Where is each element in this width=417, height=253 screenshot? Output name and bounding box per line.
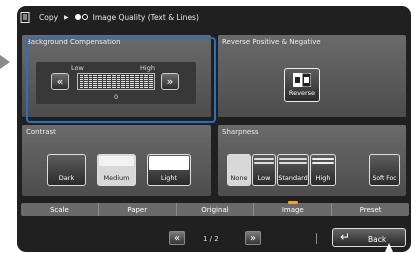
sharpness-soft-focus-button[interactable]: Soft Foc <box>369 154 400 186</box>
callout-pointer <box>0 55 10 69</box>
next-page-button[interactable]: » <box>245 231 261 245</box>
contrast-light-label: Light <box>160 174 178 182</box>
return-arrow-icon: ↵ <box>340 230 351 244</box>
settings-tab-bar: Scale Paper Original Image Preset <box>21 201 409 216</box>
sharpness-none-button[interactable]: None <box>227 154 251 186</box>
contrast-light-button[interactable]: Light <box>147 154 191 186</box>
reverse-button-label: Reverse <box>288 89 316 97</box>
sharpness-panel: Sharpness None Low Standard High Soft Fo… <box>218 125 406 196</box>
double-chevron-right-icon: » <box>249 232 257 244</box>
contrast-title: Contrast <box>26 128 56 136</box>
sharpness-low-button[interactable]: Low <box>252 154 276 186</box>
sharpness-standard-label: Standard <box>278 174 308 182</box>
double-chevron-left-icon: « <box>173 232 181 244</box>
document-icon <box>20 11 30 23</box>
contrast-medium-label: Medium <box>103 174 130 182</box>
reverse-title: Reverse Positive & Negative <box>222 38 321 46</box>
cursor-pointer-icon <box>385 243 393 252</box>
breadcrumb-separator-icon: ▶ <box>64 13 69 21</box>
divider <box>316 233 317 244</box>
tab-preset-label: Preset <box>359 205 382 214</box>
reverse-button[interactable]: Reverse <box>284 68 320 102</box>
breadcrumb-image-quality: Image Quality (Text & Lines) <box>92 12 199 22</box>
contrast-dark-label: Dark <box>58 174 75 182</box>
sharpness-low-label: Low <box>257 174 271 182</box>
header-breadcrumb: Copy ▶ Image Quality (Text & Lines) <box>20 10 199 24</box>
sharpness-title: Sharpness <box>222 128 259 136</box>
sharpness-standard-button[interactable]: Standard <box>277 154 309 186</box>
back-button[interactable]: ↵ Back <box>332 228 406 252</box>
tab-original-label: Original <box>201 205 229 214</box>
back-button-label: Back <box>368 235 387 244</box>
tab-original[interactable]: Original <box>177 203 255 216</box>
contrast-panel: Contrast Dark Medium Light <box>22 125 211 196</box>
contrast-dark-button[interactable]: Dark <box>47 154 86 186</box>
sharpness-soft-focus-label: Soft Foc <box>372 175 397 182</box>
sharpness-none-label: None <box>230 174 248 182</box>
tab-scale[interactable]: Scale <box>21 203 99 216</box>
tab-image-label: Image <box>281 205 304 214</box>
tab-paper-label: Paper <box>127 205 148 214</box>
sharpness-high-label: High <box>315 174 331 182</box>
page-indicator: 1 / 2 <box>203 235 219 243</box>
breadcrumb-copy: Copy <box>39 12 59 22</box>
tab-image[interactable]: Image <box>254 201 333 216</box>
color-mode-icon <box>74 14 89 20</box>
tab-paper[interactable]: Paper <box>99 203 177 216</box>
selection-highlight <box>26 37 216 123</box>
reverse-panel: Reverse Positive & Negative Reverse <box>218 35 406 117</box>
sharpness-high-button[interactable]: High <box>310 154 336 186</box>
tab-scale-label: Scale <box>49 205 69 214</box>
contrast-medium-button[interactable]: Medium <box>97 154 136 186</box>
reverse-icon <box>293 73 311 87</box>
device-screen: Copy ▶ Image Quality (Text & Lines) Back… <box>17 6 411 252</box>
prev-page-button[interactable]: « <box>169 231 185 245</box>
tab-preset[interactable]: Preset <box>332 203 409 216</box>
